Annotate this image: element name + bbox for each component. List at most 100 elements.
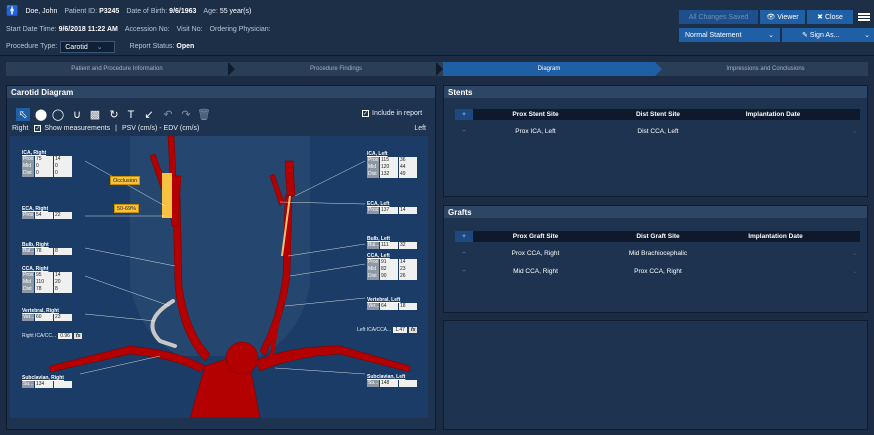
edv-field[interactable]: 14 [54, 156, 72, 163]
save-status: All Changes Saved [679, 10, 758, 24]
measurement-group: Bulb, Right Bul... 78 8 [22, 242, 73, 255]
edv-field[interactable] [54, 381, 72, 388]
left-ratio: Left ICA/CCA... 1.47 fx [357, 327, 418, 333]
psv-field[interactable]: 110 [35, 279, 53, 286]
left-ratio-label: Left ICA/CCA... [357, 327, 392, 333]
psv-field[interactable]: 95 [35, 272, 53, 279]
psv-field[interactable]: 137 [380, 207, 398, 214]
graft-dist-site[interactable]: Mid Brachiocephalic [598, 250, 718, 257]
add-stent-button[interactable]: + [455, 109, 473, 120]
psv-field[interactable]: 60 [35, 314, 53, 321]
hatch-tool-icon[interactable]: ▩ [88, 108, 102, 121]
remove-row-icon[interactable]: − [455, 250, 473, 257]
start-datetime: 9/6/2018 11:22 AM [58, 26, 118, 33]
trash-icon[interactable]: 🗑 [197, 108, 211, 121]
edv-field[interactable]: 44 [399, 164, 417, 171]
pointer-tool-icon[interactable]: ⬁ [16, 108, 30, 121]
psv-field[interactable]: 120 [380, 164, 398, 171]
edv-field[interactable]: 8 [54, 248, 72, 255]
psv-field[interactable]: 132 [380, 171, 398, 178]
edv-field[interactable]: 0 [54, 170, 72, 177]
chevron-down-icon[interactable]: ⌄ [833, 267, 858, 275]
stent-dist-site[interactable]: Dist CCA, Left [598, 128, 718, 135]
arc-tool-icon[interactable]: ∪ [70, 108, 84, 121]
measurement-row: Bul... 78 8 [22, 248, 73, 255]
psv-field[interactable]: 82 [380, 266, 398, 273]
statement-select[interactable]: Normal Statement ⌄ [679, 28, 780, 42]
sign-as-button[interactable]: ✎ Sign As... ⌄ [782, 28, 874, 42]
table-row[interactable]: − Prox ICA, Left Dist CCA, Left ⌄ [455, 126, 860, 136]
step-procedure-findings[interactable]: Procedure Findings [236, 62, 436, 76]
edv-field[interactable]: 20 [54, 279, 72, 286]
fx-button[interactable]: fx [408, 327, 418, 333]
chevron-down-icon[interactable]: ⌄ [828, 127, 858, 135]
stenosis-tag[interactable]: 50-69% [114, 204, 139, 213]
psv-field[interactable]: 75 [35, 156, 53, 163]
left-ratio-value: 1.47 [393, 327, 407, 333]
add-graft-button[interactable]: + [455, 231, 473, 242]
table-row[interactable]: − Mid CCA, Right Prox CCA, Right ⌄ [455, 266, 860, 276]
text-tool-icon[interactable]: T [124, 108, 138, 121]
step-diagram[interactable]: Diagram [443, 62, 655, 76]
units-label: PSV (cm/s) - EDV (cm/s) [121, 125, 200, 132]
occlusion-tag[interactable]: Occlusion [110, 176, 141, 185]
graft-prox-site[interactable]: Mid CCA, Right [473, 268, 598, 275]
edv-field[interactable]: 36 [399, 157, 417, 164]
chevron-down-icon[interactable]: ⌄ [833, 249, 858, 257]
procedure-type-select[interactable]: Carotid ⌄ [60, 40, 115, 53]
psv-field[interactable]: 78 [35, 248, 53, 255]
start-label: Start Date Time: [6, 26, 57, 33]
step-impressions[interactable]: Impressions and Conclusions [663, 62, 868, 76]
include-in-report-checkbox[interactable]: ✓ Include in report [362, 110, 422, 117]
brush-tool-icon[interactable]: ◯ [51, 108, 65, 121]
graft-prox-site[interactable]: Prox CCA, Right [473, 250, 598, 257]
psv-field[interactable]: 64 [380, 303, 398, 310]
table-row[interactable]: − Prox CCA, Right Mid Brachiocephalic ⌄ [455, 248, 860, 258]
edv-field[interactable]: 26 [399, 273, 417, 280]
measurement-row: Mid 120 44 [367, 164, 418, 171]
edv-field[interactable]: 23 [399, 266, 417, 273]
psv-field[interactable]: 148 [380, 380, 398, 387]
edv-field[interactable]: 18 [399, 303, 417, 310]
psv-field[interactable]: 90 [380, 273, 398, 280]
segment-label: Prox [367, 259, 379, 266]
psv-field[interactable]: 115 [380, 157, 398, 164]
edv-field[interactable]: 8 [54, 286, 72, 293]
remove-row-icon[interactable]: − [455, 268, 473, 275]
psv-field[interactable]: 78 [35, 286, 53, 293]
undo-icon[interactable]: ↶ [161, 108, 175, 121]
psv-field[interactable]: 54 [35, 212, 53, 219]
edv-field[interactable]: 22 [54, 212, 72, 219]
remove-row-icon[interactable]: − [455, 128, 473, 135]
psv-field[interactable]: 134 [35, 381, 53, 388]
age-label: Age: [203, 8, 218, 15]
curve-tool-icon[interactable]: ↻ [107, 108, 121, 121]
psv-field[interactable]: 111 [380, 242, 398, 249]
edv-field[interactable]: 32 [399, 242, 417, 249]
menu-icon[interactable] [857, 10, 871, 24]
edv-field[interactable]: 14 [399, 259, 417, 266]
psv-field[interactable]: 0 [35, 163, 53, 170]
edv-field[interactable]: 14 [399, 207, 417, 214]
close-button[interactable]: ✖ Close [807, 10, 853, 24]
segment-label: Su... [22, 381, 34, 388]
fx-button[interactable]: fx [73, 333, 83, 339]
measurement-group: ECA, Right Prox 54 22 [22, 206, 73, 219]
stent-prox-site[interactable]: Prox ICA, Left [473, 128, 598, 135]
measurement-row: Ver... 64 18 [367, 303, 418, 310]
pen-tool-icon[interactable]: ⬤ [34, 108, 48, 121]
psv-field[interactable]: 91 [380, 259, 398, 266]
step-patient-info[interactable]: Patient and Procedure Information [6, 62, 228, 76]
edv-field[interactable]: 23 [54, 314, 72, 321]
show-measurements-checkbox[interactable]: ✓ Show measurements [34, 125, 110, 132]
edv-field[interactable]: 49 [399, 171, 417, 178]
psv-field[interactable]: 0 [35, 170, 53, 177]
edv-field[interactable] [399, 380, 417, 387]
edv-field[interactable]: 14 [54, 272, 72, 279]
edv-field[interactable]: 0 [54, 163, 72, 170]
redo-icon[interactable]: ↷ [179, 108, 193, 121]
arrow-tool-icon[interactable]: ↙ [142, 108, 156, 121]
segment-label: Ver... [367, 303, 380, 310]
viewer-button[interactable]: 👁 Viewer [760, 10, 805, 24]
graft-dist-site[interactable]: Prox CCA, Right [598, 268, 718, 275]
